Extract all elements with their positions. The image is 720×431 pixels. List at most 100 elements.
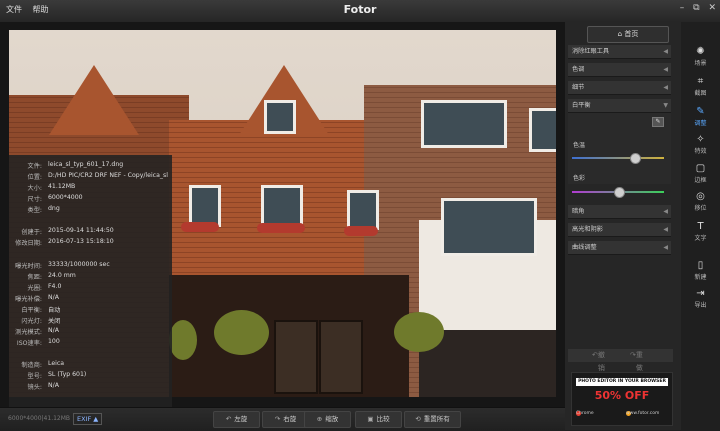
section-tone[interactable]: 色调 ◀ xyxy=(568,63,671,77)
info-row: 型号: SL (Typ 601) xyxy=(27,371,87,380)
tint-slider-knob[interactable] xyxy=(613,187,625,198)
info-row: 文件: leica_sl_typ_601_17.dng xyxy=(27,161,124,170)
info-row: 测光模式: N/A xyxy=(15,327,59,336)
info-row: ISO速率: 100 xyxy=(16,338,60,347)
temperature-slider-knob[interactable] xyxy=(630,153,642,164)
info-row: 类型: dng xyxy=(27,205,60,214)
photo-shop-window xyxy=(274,320,318,394)
frame-icon: ▢ xyxy=(695,163,706,174)
section-curves[interactable]: 曲线调整 ◀ xyxy=(568,241,671,255)
minimize-icon[interactable]: – xyxy=(680,3,685,13)
canvas-area: 文件: leica_sl_typ_601_17.dng 位置: D:/HD PIC/… xyxy=(0,22,565,420)
info-row: 尺寸: 6000*4000 xyxy=(27,194,83,203)
adjust-icon: ✎ xyxy=(696,106,705,117)
tool-export[interactable]: ⇥ 导出 xyxy=(681,288,720,309)
collapse-arrow-icon: ◀ xyxy=(663,208,668,215)
close-icon[interactable]: ✕ xyxy=(708,3,716,13)
temperature-slider[interactable] xyxy=(572,153,664,164)
bottom-toolbar: 6000*4000|41.12MB EXIF ▲ ↶ 左旋 ↷ 右旋 ⊕ 缩放 ▣ 比较… xyxy=(0,407,565,431)
compare-icon: ▣ xyxy=(367,415,374,423)
app-title: Fotor xyxy=(343,3,377,16)
info-row: 焦距: 24.0 mm xyxy=(27,272,76,281)
scene-icon: ✺ xyxy=(696,46,705,57)
tool-scene[interactable]: ✺ 场景 xyxy=(681,46,720,67)
exif-toggle-button[interactable]: EXIF ▲ xyxy=(73,413,103,425)
photo-window xyxy=(261,185,303,227)
photo-window xyxy=(347,190,379,230)
redo-button[interactable]: ↷ 重做 xyxy=(630,349,643,372)
info-row: 曝光时间: 33333/1000000 sec xyxy=(15,261,110,270)
collapse-arrow-icon: ◀ xyxy=(663,66,668,73)
section-detail[interactable]: 细节 ◀ xyxy=(568,81,671,95)
info-row: 制造商: Leica xyxy=(21,360,65,369)
undo-button[interactable]: ↶ 撤销 xyxy=(592,349,605,372)
collapse-arrow-icon: ◀ xyxy=(663,48,668,55)
info-row: 白平衡: 自动 xyxy=(21,307,61,314)
new-icon: ▯ xyxy=(697,260,704,271)
crop-icon: ⌗ xyxy=(697,76,704,87)
image-meta: 6000*4000|41.12MB xyxy=(8,415,71,422)
expand-arrow-icon: ▼ xyxy=(663,102,668,109)
photo-window xyxy=(421,100,507,148)
photo-plants xyxy=(214,310,269,355)
section-white-balance[interactable]: 白平衡 ▼ xyxy=(568,99,671,113)
tool-strip: ✺ 场景 ⌗ 截图 ✎ 调整 ✧ 特效 ▢ 边框 ◎ 移位 T 文字 ▯ 新建 ⇥ 导出 xyxy=(681,22,720,430)
white-balance-body: ✎ 色温 色彩 xyxy=(568,113,671,198)
tool-effects[interactable]: ✧ 特效 xyxy=(681,134,720,155)
window-controls: – ⧉ ✕ xyxy=(674,3,716,13)
photo-plants xyxy=(169,320,197,360)
undo-redo-bar: ↶ 撤销 ↷ 重做 xyxy=(568,349,673,372)
compare-button[interactable]: ▣ 比较 xyxy=(355,411,402,428)
info-row: 光圈: F4.0 xyxy=(27,283,62,292)
reset-all-button[interactable]: ⟲ 重置所有 xyxy=(404,411,461,428)
title-bar: 文件 帮助 Fotor – ⧉ ✕ xyxy=(0,0,720,23)
tool-frame[interactable]: ▢ 边框 xyxy=(681,163,720,184)
tool-text[interactable]: T 文字 xyxy=(681,221,720,242)
adjust-panel: ⌂ 首页 消除红眼工具 ◀ 色调 ◀ 细节 ◀ 白平衡 ▼ ✎ 色温 色彩 暗角 ◀ 高光… xyxy=(565,22,681,430)
photo-window xyxy=(264,100,296,134)
photo-flowers xyxy=(344,226,378,236)
section-red-eye[interactable]: 消除红眼工具 ◀ xyxy=(568,45,671,59)
promo-banner[interactable]: PHOTO EDITOR IN YOUR BROWSER 50% OFF Chr… xyxy=(571,372,673,426)
export-icon: ⇥ xyxy=(696,288,705,299)
restore-icon[interactable]: ⧉ xyxy=(693,3,699,13)
info-row: 曝光补偿: N/A xyxy=(15,294,59,303)
tool-adjust[interactable]: ✎ 调整 xyxy=(681,106,720,127)
section-highlights-shadows[interactable]: 高光和阴影 ◀ xyxy=(568,223,671,237)
photo-window xyxy=(189,185,221,227)
tilt-shift-icon: ◎ xyxy=(696,191,705,202)
eyedropper-icon[interactable]: ✎ xyxy=(652,117,664,127)
info-row: 大小: 41.12MB xyxy=(27,183,76,192)
photo-window xyxy=(529,108,556,152)
effects-icon: ✧ xyxy=(696,134,705,145)
tool-new[interactable]: ▯ 新建 xyxy=(681,260,720,281)
info-row: 创建于: 2015-09-14 11:44:50 xyxy=(21,227,114,236)
info-row: 修改日期: 2016-07-13 15:18:10 xyxy=(15,238,114,247)
photo-shop-window xyxy=(319,320,363,394)
rotate-left-icon: ↶ xyxy=(225,415,232,423)
zoom-button[interactable]: ⊕ 缩放 xyxy=(304,411,351,428)
section-vignette[interactable]: 暗角 ◀ xyxy=(568,205,671,219)
tool-tilt-shift[interactable]: ◎ 移位 xyxy=(681,191,720,212)
info-row: 闪光灯: 关闭 xyxy=(21,318,61,325)
info-row: 镜头: N/A xyxy=(27,382,59,391)
info-row: 位置: D:/HD PIC/CR2 DRF NEF - Copy/leica_sl xyxy=(27,172,168,181)
photo-flowers xyxy=(257,223,305,233)
rotate-right-icon: ↷ xyxy=(274,415,281,423)
home-button[interactable]: ⌂ 首页 xyxy=(587,26,669,43)
tint-slider[interactable] xyxy=(572,187,664,198)
zoom-icon: ⊕ xyxy=(316,415,323,423)
rotate-right-button[interactable]: ↷ 右旋 xyxy=(262,411,309,428)
promo-headline: PHOTO EDITOR IN YOUR BROWSER xyxy=(576,378,668,386)
tool-crop[interactable]: ⌗ 截图 xyxy=(681,76,720,97)
promo-sale: 50% OFF xyxy=(594,389,650,402)
collapse-arrow-icon: ◀ xyxy=(663,226,668,233)
photo-flowers xyxy=(181,222,219,232)
exif-info-panel: 文件: leica_sl_typ_601_17.dng 位置: D:/HD PIC/… xyxy=(9,155,172,420)
photo-window xyxy=(441,198,537,256)
tint-label: 色彩 xyxy=(573,175,586,182)
reset-icon: ⟲ xyxy=(415,415,421,423)
collapse-arrow-icon: ◀ xyxy=(663,244,668,251)
rotate-left-button[interactable]: ↶ 左旋 xyxy=(213,411,260,428)
text-icon: T xyxy=(697,221,704,232)
